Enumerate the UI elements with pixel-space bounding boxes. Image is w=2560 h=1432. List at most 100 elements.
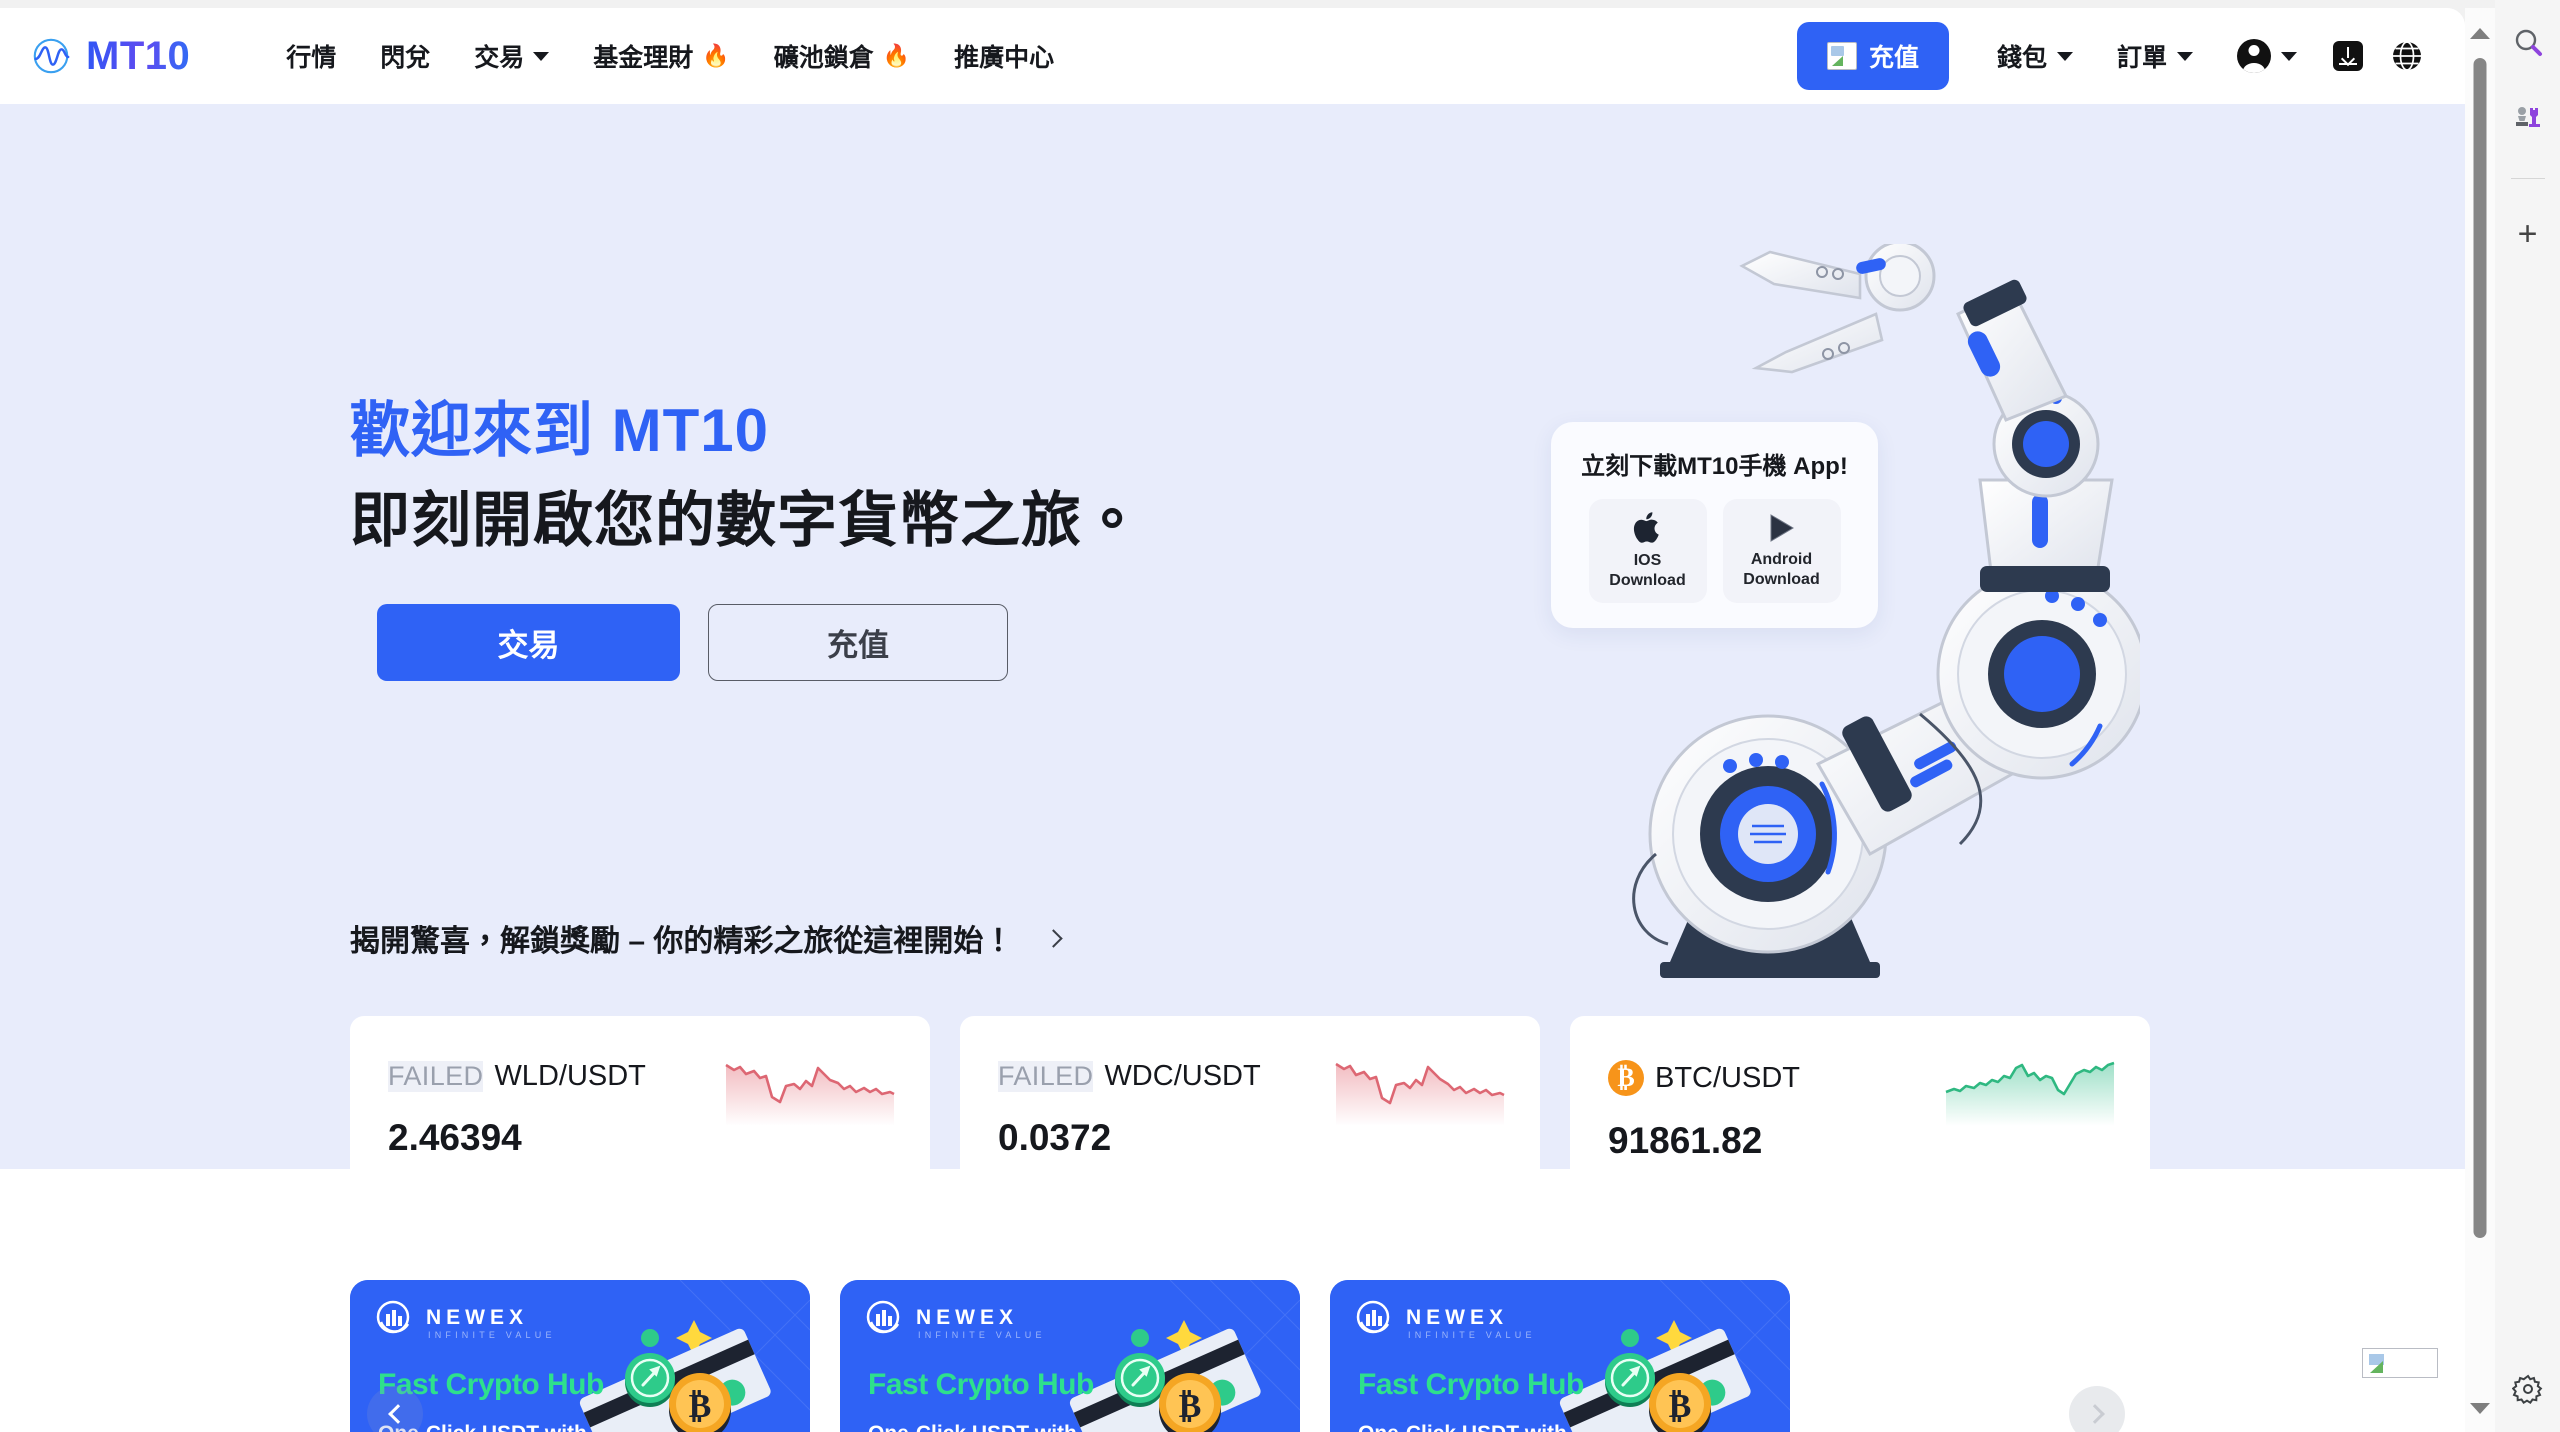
wallet-menu[interactable]: 錢包 — [1975, 28, 2095, 84]
browser-viewport: MT10 行情 閃兌 交易 基金理財 🔥 礦池鎖倉 🔥 推廣中心 充值 錢包 訂… — [0, 0, 2560, 1432]
broken-image-icon: FAILED — [388, 1061, 484, 1092]
site-header: MT10 行情 閃兌 交易 基金理財 🔥 礦池鎖倉 🔥 推廣中心 充值 錢包 訂… — [0, 8, 2465, 104]
wave-pulse-logo-icon — [33, 38, 70, 74]
nav-item-promotion[interactable]: 推廣中心 — [932, 28, 1076, 84]
broken-image-icon: FAILED — [998, 1061, 1094, 1092]
apple-icon — [1633, 512, 1659, 543]
app-download-card: 立刻下載MT10手機 App! IOS Download Android Dow… — [1551, 422, 1878, 628]
topup-button[interactable]: 充值 — [1796, 22, 1949, 90]
browser-sidebar: + — [2495, 0, 2560, 1432]
trade-button[interactable]: 交易 — [377, 604, 680, 681]
banner-logo-text: NEWEX — [426, 1306, 529, 1329]
nav-item-fund[interactable]: 基金理財 🔥 — [571, 28, 751, 84]
banner-row: ₿ NEWEX INFINITE VALUE Fast Crypto Hub ₿… — [350, 1280, 1790, 1432]
chevron-right-icon — [1044, 928, 1064, 948]
banner-artwork: ₿ — [840, 1280, 1300, 1432]
ticker-card[interactable]: FAILED WLD/USDT 2.46394 -3.26% — [350, 1016, 930, 1169]
download-icon — [2333, 41, 2363, 71]
banner-subtext: One-Click USDT withYour Bank Card — [1358, 1420, 1567, 1432]
nav-label: 推廣中心 — [954, 44, 1055, 72]
nav-label: 礦池鎖倉 — [773, 44, 874, 72]
hero-title-blue: 歡迎來到 MT10 — [350, 397, 770, 464]
fire-icon: 🔥 — [882, 43, 911, 68]
banner-subtext: One-Click USDT withYour Bank Card — [868, 1420, 1077, 1432]
ticker-card-row: FAILED WLD/USDT 2.46394 -3.26% — [350, 1016, 2150, 1169]
svg-text:₿: ₿ — [1669, 1388, 1692, 1425]
page-scrollbar[interactable] — [2465, 8, 2495, 1432]
gear-icon — [2511, 1374, 2542, 1405]
banner-card[interactable]: ₿ NEWEX INFINITE VALUE Fast Crypto Hub — [1330, 1280, 1790, 1432]
topup-label: 充值 — [1868, 44, 1919, 72]
sparkline-down — [725, 1063, 895, 1126]
sparkline-up — [1945, 1061, 2115, 1126]
scroll-down-arrow[interactable] — [2470, 1403, 2490, 1414]
nav-label: 閃兌 — [380, 44, 431, 72]
sidebar-divider — [2510, 178, 2545, 179]
nav-label: 交易 — [474, 44, 525, 72]
nav-label: 行情 — [286, 44, 337, 72]
hero-section: 歡迎來到 MT10 即刻開啟您的數字貨幣之旅。 交易 充值 揭開驚喜，解鎖獎勵 … — [0, 104, 2465, 1169]
scrollbar-thumb[interactable] — [2473, 58, 2487, 1238]
sparkline-down — [1335, 1062, 1505, 1126]
google-play-icon — [1770, 514, 1794, 542]
ticker-card[interactable]: ₿ BTC/USDT 91861.82 0.72% — [1570, 1016, 2150, 1169]
scroll-up-arrow[interactable] — [2470, 28, 2490, 39]
ios-download-button[interactable]: IOS Download — [1588, 499, 1707, 603]
banner-logo-subtext: INFINITE VALUE — [428, 1330, 556, 1340]
broken-image-icon — [2367, 1352, 2393, 1375]
account-menu[interactable] — [2215, 29, 2319, 83]
android-download-button[interactable]: Android Download — [1722, 499, 1841, 603]
banner-logo-subtext: INFINITE VALUE — [918, 1330, 1046, 1340]
chevron-down-icon — [2056, 51, 2073, 61]
sidebar-search-button[interactable] — [2507, 22, 2549, 64]
nav-label: 基金理財 — [593, 44, 694, 72]
ticker-pair: BTC/USDT — [1655, 1061, 1800, 1094]
robotic-arm-illustration — [1632, 244, 2140, 978]
app-card-title: 立刻下載MT10手機 App! — [1581, 453, 1848, 480]
ios-label: IOS Download — [1609, 552, 1686, 589]
svg-text:₿: ₿ — [689, 1388, 712, 1425]
banner-logo-subtext: INFINITE VALUE — [1408, 1330, 1536, 1340]
ticker-price: 91861.82 — [1608, 1120, 1763, 1161]
hero-title-dark: 即刻開啟您的數字貨幣之旅。 — [350, 487, 1143, 554]
banner-logo-text: NEWEX — [1406, 1306, 1509, 1329]
sidebar-settings-button[interactable] — [2511, 1373, 2544, 1410]
chevron-right-icon — [2084, 1404, 2105, 1424]
broken-image-placeholder — [2362, 1348, 2438, 1378]
broken-image-icon — [1826, 42, 1857, 70]
download-app-button[interactable] — [2319, 31, 2377, 81]
chevron-down-icon — [2177, 51, 2193, 61]
orders-menu[interactable]: 訂單 — [2095, 28, 2215, 84]
promo-text: 揭開驚喜，解鎖獎勵 – 你的精彩之旅從這裡開始！ — [350, 925, 1014, 958]
nav-item-markets[interactable]: 行情 — [264, 28, 358, 84]
nav-item-mining[interactable]: 礦池鎖倉 🔥 — [752, 28, 932, 84]
svg-text:₿: ₿ — [1179, 1388, 1202, 1425]
sidebar-extension-button[interactable] — [2507, 98, 2549, 140]
chevron-left-icon — [387, 1404, 408, 1424]
search-icon — [2515, 29, 2542, 56]
account-circle-icon — [2237, 39, 2271, 73]
ticker-card[interactable]: FAILED WDC/USDT 0.0372 -1.63% — [960, 1016, 1540, 1169]
android-label: Android Download — [1743, 551, 1820, 588]
main-nav: 行情 閃兌 交易 基金理財 🔥 礦池鎖倉 🔥 推廣中心 — [264, 28, 1076, 84]
banner-card[interactable]: ₿ NEWEX INFINITE VALUE Fast Crypto Hub — [840, 1280, 1300, 1432]
sidebar-add-button[interactable]: + — [2518, 217, 2538, 251]
language-button[interactable] — [2377, 30, 2437, 82]
chevron-down-icon — [2281, 51, 2297, 61]
chess-pieces-icon — [2515, 107, 2540, 127]
brand-logo[interactable]: MT10 — [30, 34, 190, 79]
orders-label: 訂單 — [2116, 44, 2167, 72]
banner-artwork: ₿ — [1330, 1280, 1790, 1432]
ticker-pair: WLD/USDT — [494, 1060, 646, 1092]
nav-item-trade[interactable]: 交易 — [452, 28, 571, 84]
globe-icon — [2393, 41, 2421, 71]
banner-headline: Fast Crypto Hub — [868, 1368, 1094, 1401]
brand-name: MT10 — [86, 33, 191, 78]
wallet-label: 錢包 — [1996, 44, 2047, 72]
page-surface: MT10 行情 閃兌 交易 基金理財 🔥 礦池鎖倉 🔥 推廣中心 充值 錢包 訂… — [0, 8, 2465, 1432]
header-right-group: 充值 錢包 訂單 — [1796, 22, 2465, 90]
promo-banner-link[interactable]: 揭開驚喜，解鎖獎勵 – 你的精彩之旅從這裡開始！ — [350, 916, 1064, 960]
deposit-button[interactable]: 充值 — [708, 604, 1008, 681]
bitcoin-icon: ₿ — [1608, 1060, 1644, 1096]
nav-item-swap[interactable]: 閃兌 — [358, 28, 452, 84]
